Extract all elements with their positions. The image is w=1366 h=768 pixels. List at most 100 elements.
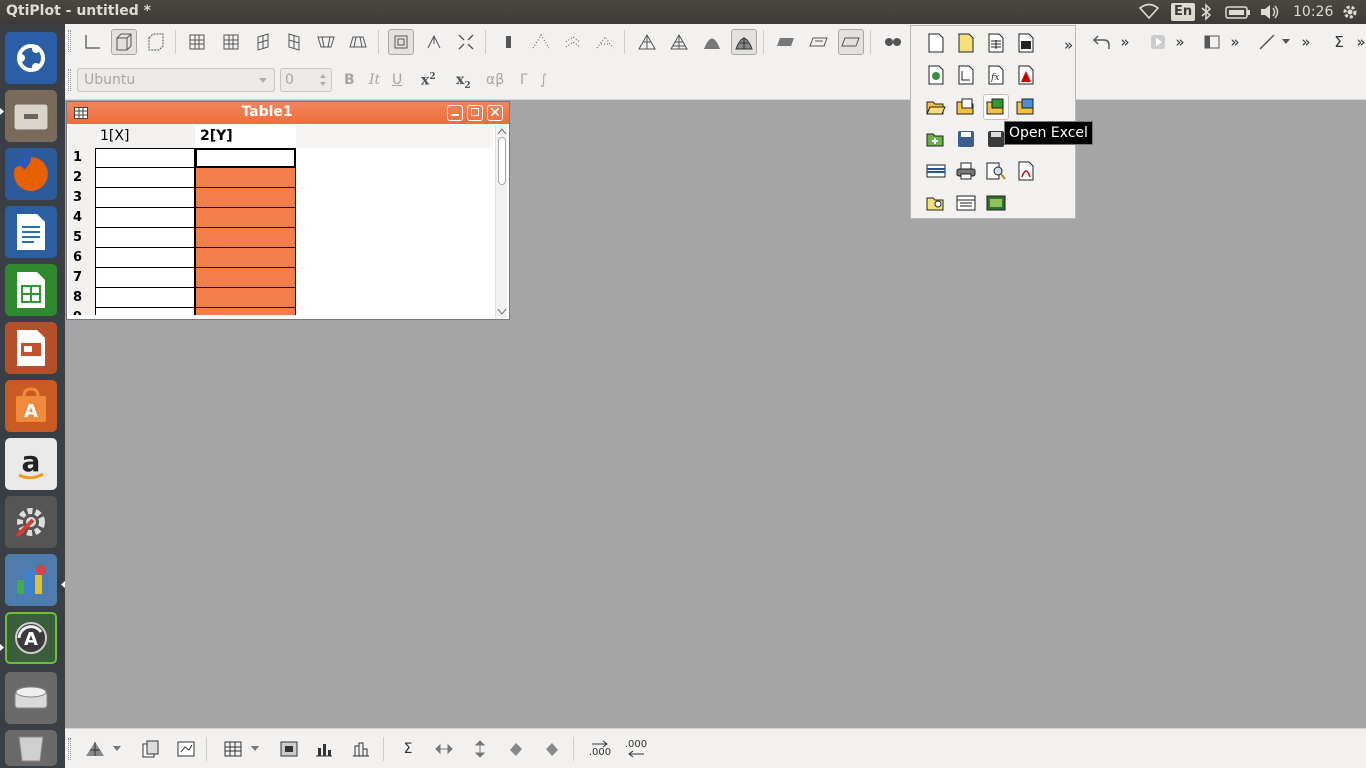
- row-header[interactable]: 6: [68, 248, 95, 268]
- save-project-button[interactable]: [953, 126, 979, 152]
- table-cell-selected[interactable]: [195, 208, 296, 228]
- software-center-button[interactable]: A: [5, 380, 57, 432]
- move-up-button[interactable]: [467, 737, 493, 761]
- toolbar-overflow-button-4[interactable]: »: [1222, 29, 1248, 55]
- trash-button[interactable]: [5, 730, 57, 766]
- row-header[interactable]: 4: [68, 208, 95, 228]
- font-family-combo[interactable]: Ubuntu: [77, 68, 275, 92]
- plot-2d-axes-button[interactable]: [79, 29, 105, 55]
- find-button[interactable]: [923, 190, 949, 216]
- keyboard-layout-indicator[interactable]: En: [1171, 3, 1196, 21]
- column-header-x[interactable]: 1[X]: [95, 125, 195, 148]
- volume-icon[interactable]: [1259, 3, 1281, 21]
- new-project-button[interactable]: [923, 30, 949, 56]
- bold-button[interactable]: B: [344, 72, 355, 88]
- export-pdf-button[interactable]: [1013, 158, 1039, 184]
- column-chart-button[interactable]: [311, 737, 337, 761]
- table-cell[interactable]: [95, 228, 195, 248]
- new-graph-button[interactable]: [953, 62, 979, 88]
- table-cell[interactable]: [95, 208, 195, 228]
- session-gear-icon[interactable]: [1341, 3, 1359, 21]
- close-button[interactable]: [487, 105, 503, 121]
- firefox-button[interactable]: [5, 148, 57, 200]
- crosses-3d-button[interactable]: [592, 29, 618, 55]
- wire-polygon-button[interactable]: [731, 29, 757, 55]
- new-surface-button[interactable]: [1013, 62, 1039, 88]
- greek-lower-button[interactable]: αβ: [486, 72, 504, 88]
- floor-data-button[interactable]: [773, 29, 799, 55]
- format-toolbar-handle[interactable]: [68, 69, 71, 91]
- table-cell-selected[interactable]: [195, 288, 296, 308]
- print-button[interactable]: [953, 158, 979, 184]
- floor-iso-button[interactable]: [806, 29, 832, 55]
- table-cell[interactable]: [95, 188, 195, 208]
- calc-button[interactable]: [5, 264, 57, 316]
- corner-header[interactable]: [68, 125, 95, 148]
- toolbar-handle[interactable]: [68, 30, 71, 52]
- ubuntu-dash-button[interactable]: [5, 32, 57, 84]
- math-symbols-button[interactable]: ∫: [540, 72, 547, 88]
- font-size-spinbox[interactable]: 0: [280, 68, 332, 92]
- subscript-button[interactable]: x2: [456, 72, 471, 91]
- table-cell[interactable]: [95, 248, 195, 268]
- table-cell[interactable]: [95, 308, 195, 315]
- impress-button[interactable]: [5, 322, 57, 374]
- toolbar-overflow-button-6[interactable]: »: [1348, 29, 1366, 55]
- superscript-button[interactable]: x2: [421, 72, 436, 89]
- open-excel-button[interactable]: [983, 94, 1009, 120]
- grid-right-button[interactable]: [250, 29, 276, 55]
- new-function-button[interactable]: fx: [983, 62, 1009, 88]
- image-button[interactable]: [276, 737, 302, 761]
- results-log-button[interactable]: [983, 190, 1009, 216]
- decrease-precision-button[interactable]: .000: [621, 737, 651, 761]
- plot-3d-box-button[interactable]: [111, 29, 137, 55]
- plot-type-button[interactable]: [82, 737, 108, 761]
- vertical-scrollbar[interactable]: [495, 125, 507, 318]
- grid-left-button[interactable]: [281, 29, 307, 55]
- files-button[interactable]: [5, 90, 57, 142]
- bars-3d-button[interactable]: [495, 29, 521, 55]
- table-cell-selected[interactable]: [195, 228, 296, 248]
- open-template-button[interactable]: [953, 94, 979, 120]
- append-project-button[interactable]: [923, 126, 949, 152]
- increase-precision-button[interactable]: .000: [585, 737, 615, 761]
- qtiplot-button[interactable]: [5, 554, 57, 606]
- new-folder-button[interactable]: [953, 30, 979, 56]
- new-matrix-button[interactable]: [1013, 30, 1039, 56]
- column-header-y[interactable]: 2[Y]: [195, 125, 296, 148]
- grid-front-button[interactable]: [184, 29, 210, 55]
- reset-rotation-button[interactable]: [421, 29, 447, 55]
- grid-back-button[interactable]: [218, 29, 244, 55]
- table-cell-selected[interactable]: [195, 308, 296, 315]
- options-button[interactable]: [173, 737, 199, 761]
- import-ascii-button[interactable]: [923, 158, 949, 184]
- table-cell-selected[interactable]: [195, 168, 296, 188]
- table-cell[interactable]: [95, 268, 195, 288]
- row-header[interactable]: 3: [68, 188, 95, 208]
- toolbar-overflow-button-3[interactable]: »: [1167, 29, 1193, 55]
- table-cell-current[interactable]: [195, 148, 296, 168]
- print-preview-button[interactable]: [983, 158, 1009, 184]
- row-header[interactable]: 8: [68, 288, 95, 308]
- cones-3d-button[interactable]: [560, 29, 586, 55]
- fit-frame-button[interactable]: [453, 29, 479, 55]
- grid-button[interactable]: [220, 737, 246, 761]
- row-header[interactable]: 9: [68, 308, 95, 315]
- grid-floor-button[interactable]: [345, 29, 371, 55]
- software-updater-button[interactable]: A: [5, 612, 57, 664]
- table-cell-selected[interactable]: [195, 268, 296, 288]
- toolbar-overflow-button-5[interactable]: »: [1293, 29, 1319, 55]
- histogram-button[interactable]: [348, 737, 374, 761]
- scrollbar-thumb[interactable]: [498, 137, 506, 185]
- writer-button[interactable]: [5, 206, 57, 258]
- set-as-y-button[interactable]: [539, 737, 565, 761]
- hidden-line-button[interactable]: [666, 29, 692, 55]
- floor-empty-button[interactable]: [838, 29, 864, 55]
- wireframe-button[interactable]: [634, 29, 660, 55]
- amazon-button[interactable]: a: [5, 438, 57, 490]
- grid-dropdown[interactable]: [247, 737, 263, 761]
- system-settings-button[interactable]: [5, 496, 57, 548]
- clock[interactable]: 10:26: [1293, 3, 1333, 21]
- row-header[interactable]: 7: [68, 268, 95, 288]
- duplicate-button[interactable]: [138, 737, 164, 761]
